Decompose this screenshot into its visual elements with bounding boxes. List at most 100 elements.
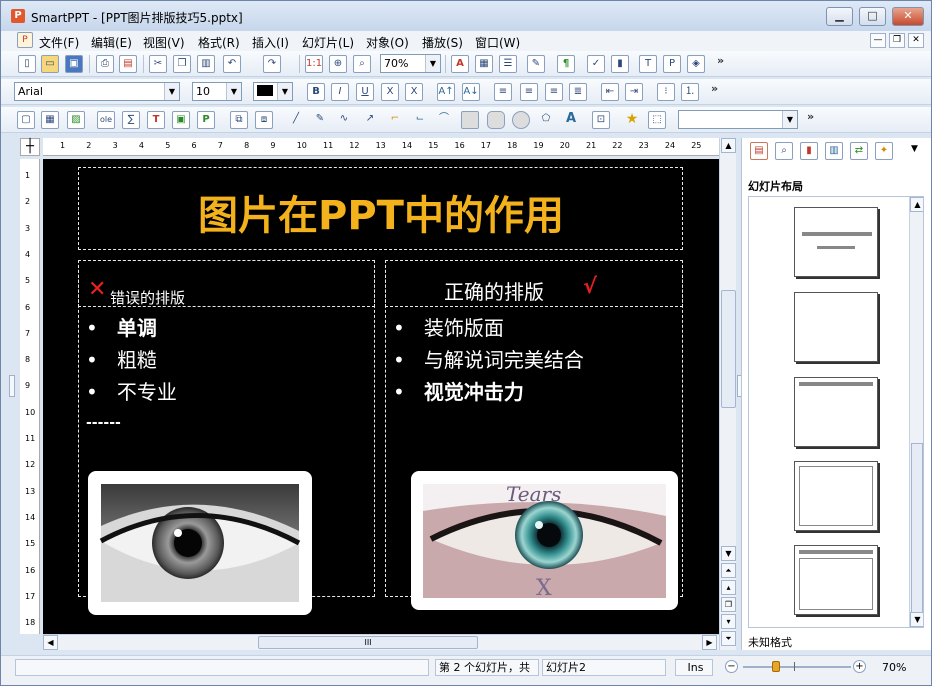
pdf-icon[interactable]: ▤ — [119, 55, 137, 73]
align-right-icon[interactable]: ≡ — [545, 83, 563, 101]
chevron-down-icon[interactable]: ▼ — [277, 83, 292, 100]
indent-decrease-icon[interactable]: ⇤ — [601, 83, 619, 101]
zoom-out-button[interactable]: − — [725, 660, 738, 673]
horizontal-scrollbar[interactable]: ◀ III ▶ — [43, 634, 719, 650]
left-dashes[interactable]: ------ — [86, 415, 121, 431]
right-photo-frame[interactable]: Tears X — [411, 471, 678, 610]
menu-insert[interactable]: 插入(I) — [252, 34, 289, 51]
first-slide-button[interactable]: ⏶ — [721, 563, 736, 578]
curved-connector-icon[interactable]: ⌒ — [435, 111, 453, 129]
wordart-icon[interactable]: A — [562, 111, 580, 129]
menu-slide[interactable]: 幻灯片(L) — [302, 34, 354, 51]
menu-window[interactable]: 窗口(W) — [475, 34, 520, 51]
toolbar-overflow-chevron[interactable]: » — [711, 82, 718, 95]
scroll-left-button[interactable]: ◀ — [43, 635, 58, 650]
layout-title-slide[interactable] — [794, 207, 878, 277]
grow-font-icon[interactable]: A↑ — [437, 83, 455, 101]
font-name-select[interactable]: Arial ▼ — [14, 82, 180, 101]
copy-icon[interactable]: ❐ — [173, 55, 191, 73]
layout-title-only[interactable] — [794, 377, 878, 447]
line-icon[interactable]: ╱ — [287, 111, 305, 129]
menu-play[interactable]: 播放(S) — [422, 34, 463, 51]
formula-icon[interactable]: ∑ — [122, 111, 140, 129]
slide-canvas[interactable]: 图片在PPT中的作用 ✕ 错误的排版 • 单调 • 粗糙 • 不专业 -----… — [43, 159, 719, 634]
maximize-button[interactable]: □ — [859, 7, 886, 26]
toolbar-overflow-chevron[interactable]: » — [807, 110, 814, 123]
indent-increase-icon[interactable]: ⇥ — [625, 83, 643, 101]
object-icon[interactable]: ◈ — [687, 55, 705, 73]
zoom-slider-track[interactable] — [743, 666, 851, 668]
align-center-icon[interactable]: ≡ — [520, 83, 538, 101]
panel-scroll-up-button[interactable]: ▲ — [910, 197, 923, 212]
transition-icon[interactable]: ⇄ — [850, 142, 868, 160]
arrow-icon[interactable]: ↗ — [361, 111, 379, 129]
panel-scroll-down-button[interactable]: ▼ — [910, 612, 923, 627]
prev-slide-button[interactable]: ▴ — [721, 580, 736, 595]
spellcheck-icon[interactable]: ✓ — [587, 55, 605, 73]
font-color-select[interactable]: ▼ — [253, 82, 293, 101]
menu-file[interactable]: 文件(F) — [39, 34, 79, 51]
curve-icon[interactable]: ∿ — [335, 111, 353, 129]
layout-list[interactable]: ▲ ▼ — [748, 196, 924, 628]
vertical-scroll-thumb[interactable] — [721, 290, 736, 408]
send-back-icon[interactable]: ⧈ — [255, 111, 273, 129]
chevron-down-icon[interactable]: ▼ — [782, 111, 797, 128]
pen-icon[interactable]: ✎ — [311, 111, 329, 129]
object-browser-icon[interactable]: ⌕ — [775, 142, 793, 160]
panel-menu-chevron-icon[interactable]: ▼ — [911, 144, 918, 154]
paragraph-marks-icon[interactable]: ¶ — [557, 55, 575, 73]
bold-icon[interactable]: B — [307, 83, 325, 101]
zoom-icon[interactable]: ⌕ — [353, 55, 371, 73]
strikethrough-icon[interactable]: X — [381, 83, 399, 101]
shapes-icon[interactable]: ⬠ — [537, 111, 555, 129]
ole-object-icon[interactable]: ole — [97, 111, 115, 129]
menu-format[interactable]: 格式(R) — [198, 34, 240, 51]
italic-icon[interactable]: I — [331, 83, 349, 101]
rounded-rect-icon[interactable] — [487, 111, 505, 129]
undo-icon[interactable]: ↶ — [223, 55, 241, 73]
align-left-icon[interactable]: ≡ — [494, 83, 512, 101]
text-box-icon[interactable]: T — [639, 55, 657, 73]
hotspot-icon[interactable]: ⬚ — [648, 111, 666, 129]
menu-edit[interactable]: 编辑(E) — [91, 34, 132, 51]
ellipse-icon[interactable] — [512, 111, 530, 129]
insert-mode[interactable]: Ins — [675, 659, 713, 676]
actual-size-icon[interactable]: 1:1 — [305, 55, 323, 73]
connector-icon[interactable]: ⌐ — [386, 111, 404, 129]
right-bullet-2[interactable]: • 与解说词完美结合 — [393, 344, 584, 373]
menu-object[interactable]: 对象(O) — [366, 34, 409, 51]
shrink-font-icon[interactable]: A↓ — [462, 83, 480, 101]
open-icon[interactable]: ▭ — [41, 55, 59, 73]
app-icon[interactable]: P — [11, 9, 25, 23]
underline-icon[interactable]: U — [356, 83, 374, 101]
cut-icon[interactable]: ✂ — [149, 55, 167, 73]
print-icon[interactable]: ⎙ — [96, 55, 114, 73]
mdi-restore-button[interactable]: ❐ — [889, 33, 905, 48]
color-scheme-icon[interactable]: ▮ — [800, 142, 818, 160]
scroll-up-button[interactable]: ▲ — [721, 138, 736, 153]
design-icon[interactable]: ▥ — [825, 142, 843, 160]
picture-frame-icon[interactable]: P — [663, 55, 681, 73]
mdi-minimize-button[interactable]: — — [870, 33, 886, 48]
layout-content[interactable] — [794, 461, 878, 531]
ruler-origin[interactable]: ┼ — [20, 138, 40, 156]
star-icon[interactable]: ★ — [623, 111, 641, 129]
right-bullet-3[interactable]: • 视觉冲击力 — [393, 376, 524, 405]
left-splitter-handle[interactable] — [9, 375, 15, 397]
chevron-down-icon[interactable]: ▼ — [164, 83, 179, 100]
zoom-slider-thumb[interactable] — [772, 661, 780, 672]
left-bullet-3[interactable]: • 不专业 — [86, 376, 177, 405]
animation-icon[interactable]: ✦ — [875, 142, 893, 160]
paste-icon[interactable]: ▥ — [197, 55, 215, 73]
toolbar-overflow-chevron[interactable]: » — [717, 54, 724, 67]
table-frame-icon[interactable]: ▦ — [41, 111, 59, 129]
doc-icon[interactable]: P — [17, 32, 33, 48]
layout-blank[interactable] — [794, 292, 878, 362]
vertical-scrollbar[interactable]: ▲ ▼ ⏶ ▴ ❐ ▾ ⏷ — [719, 138, 736, 650]
format-painter-icon[interactable]: ✎ — [527, 55, 545, 73]
close-button[interactable]: ✕ — [892, 7, 924, 26]
panel-scrollbar[interactable]: ▲ ▼ — [909, 197, 923, 627]
insert-table-icon[interactable]: ▦ — [475, 55, 493, 73]
scroll-down-button[interactable]: ▼ — [721, 546, 736, 561]
slide-properties-icon[interactable]: ▤ — [750, 142, 768, 160]
